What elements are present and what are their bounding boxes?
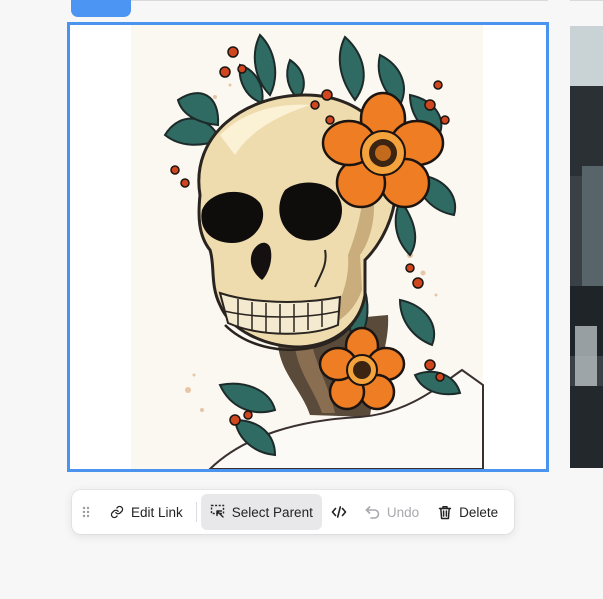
delete-label: Delete: [459, 504, 499, 520]
drag-handle-icon[interactable]: [72, 490, 100, 534]
top-divider: [131, 0, 548, 1]
adjacent-image: [570, 26, 603, 468]
delete-button[interactable]: Delete: [428, 494, 507, 530]
undo-label: Undo: [386, 504, 420, 520]
code-icon: [331, 504, 347, 520]
code-button[interactable]: [322, 494, 356, 530]
undo-icon: [365, 504, 381, 520]
select-parent-label: Select Parent: [231, 504, 313, 520]
block-toolbar: Edit Link Select Parent Undo Delete: [72, 490, 514, 534]
adjacent-image-thumbnail[interactable]: [570, 26, 603, 468]
undo-button[interactable]: Undo: [356, 494, 428, 530]
edit-link-label: Edit Link: [131, 504, 183, 520]
selected-image-block[interactable]: [67, 22, 549, 472]
select-parent-button[interactable]: Select Parent: [200, 494, 322, 530]
trash-icon: [437, 504, 453, 520]
link-icon: [109, 504, 125, 520]
top-divider-right: [570, 0, 603, 1]
toolbar-separator: [195, 502, 197, 522]
skull-flower-illustration: [131, 25, 484, 469]
select-parent-icon: [210, 504, 226, 520]
edit-link-button[interactable]: Edit Link: [100, 494, 192, 530]
top-tab-indicator[interactable]: [71, 0, 131, 17]
